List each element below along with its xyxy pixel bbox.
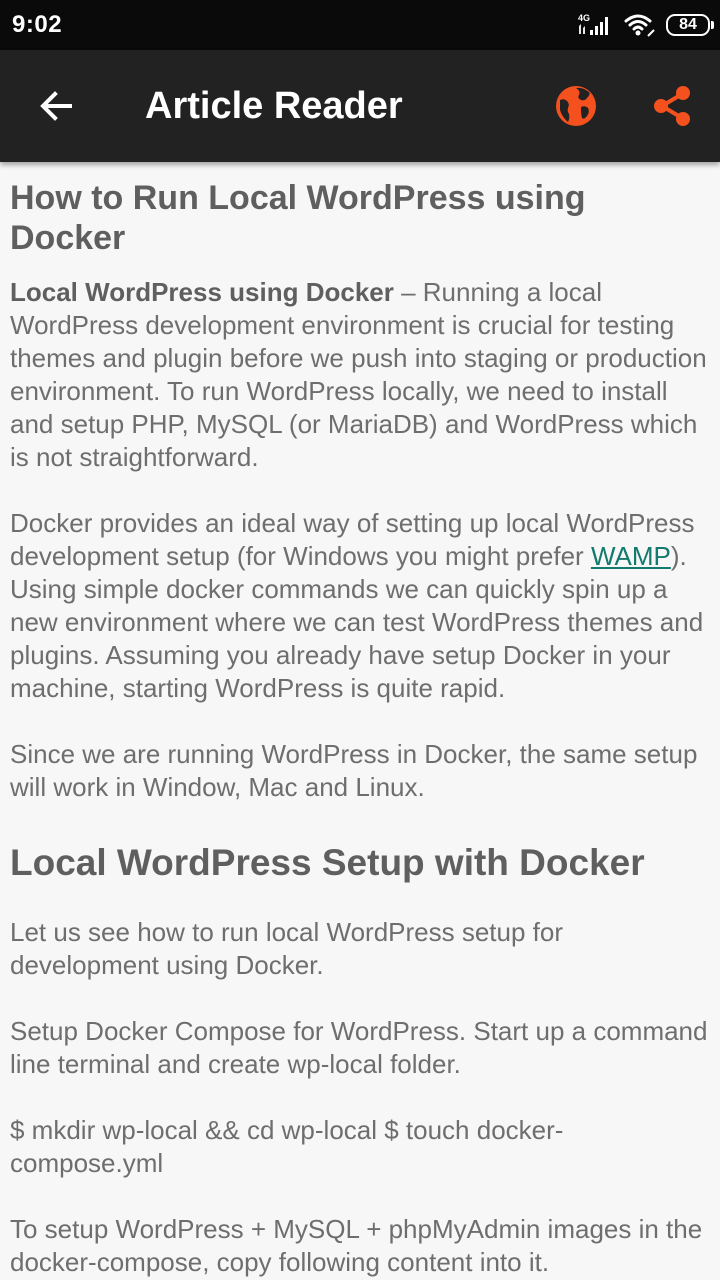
arrow-left-icon (40, 91, 72, 121)
share-icon (654, 86, 690, 126)
section-heading: Local WordPress Setup with Docker (10, 842, 645, 883)
share-button[interactable] (644, 78, 700, 134)
wifi-icon (624, 14, 655, 37)
article-paragraph-cross-platform: Since we are running WordPress in Docker… (10, 739, 698, 802)
app-title: Article Reader (145, 85, 403, 127)
article-content: How to Run Local WordPress using Docker … (10, 162, 710, 1279)
article-paragraph-docker: Docker provides an ideal way of setting … (10, 507, 710, 705)
article-paragraph-command: $ mkdir wp-local && cd wp-local $ touch … (10, 1115, 564, 1178)
status-bar: 9:02 4G 84 (0, 0, 720, 50)
status-time: 9:02 (12, 11, 63, 38)
back-button[interactable] (28, 78, 84, 134)
battery-indicator: 84 (666, 14, 714, 36)
article-intro-paragraph: Local WordPress using Docker – Running a… (10, 276, 710, 474)
article-paragraph-setup-intro: Let us see how to run local WordPress se… (10, 917, 564, 980)
article-title: How to Run Local WordPress using Docker (10, 179, 586, 257)
globe-icon (556, 86, 596, 126)
wamp-link[interactable]: WAMP (591, 541, 671, 571)
battery-tip (711, 21, 714, 29)
open-in-browser-button[interactable] (548, 78, 604, 134)
intro-lead-text: Local WordPress using Docker (10, 277, 394, 307)
article-paragraph-compose: Setup Docker Compose for WordPress. Star… (10, 1016, 708, 1079)
app-bar: Article Reader (0, 50, 720, 162)
article-paragraph-images: To setup WordPress + MySQL + phpMyAdmin … (10, 1214, 703, 1277)
battery-level: 84 (679, 16, 697, 33)
network-type-label: 4G (578, 13, 590, 23)
cellular-signal-icon: 4G (578, 13, 608, 35)
status-icons: 4G 84 (576, 10, 714, 40)
